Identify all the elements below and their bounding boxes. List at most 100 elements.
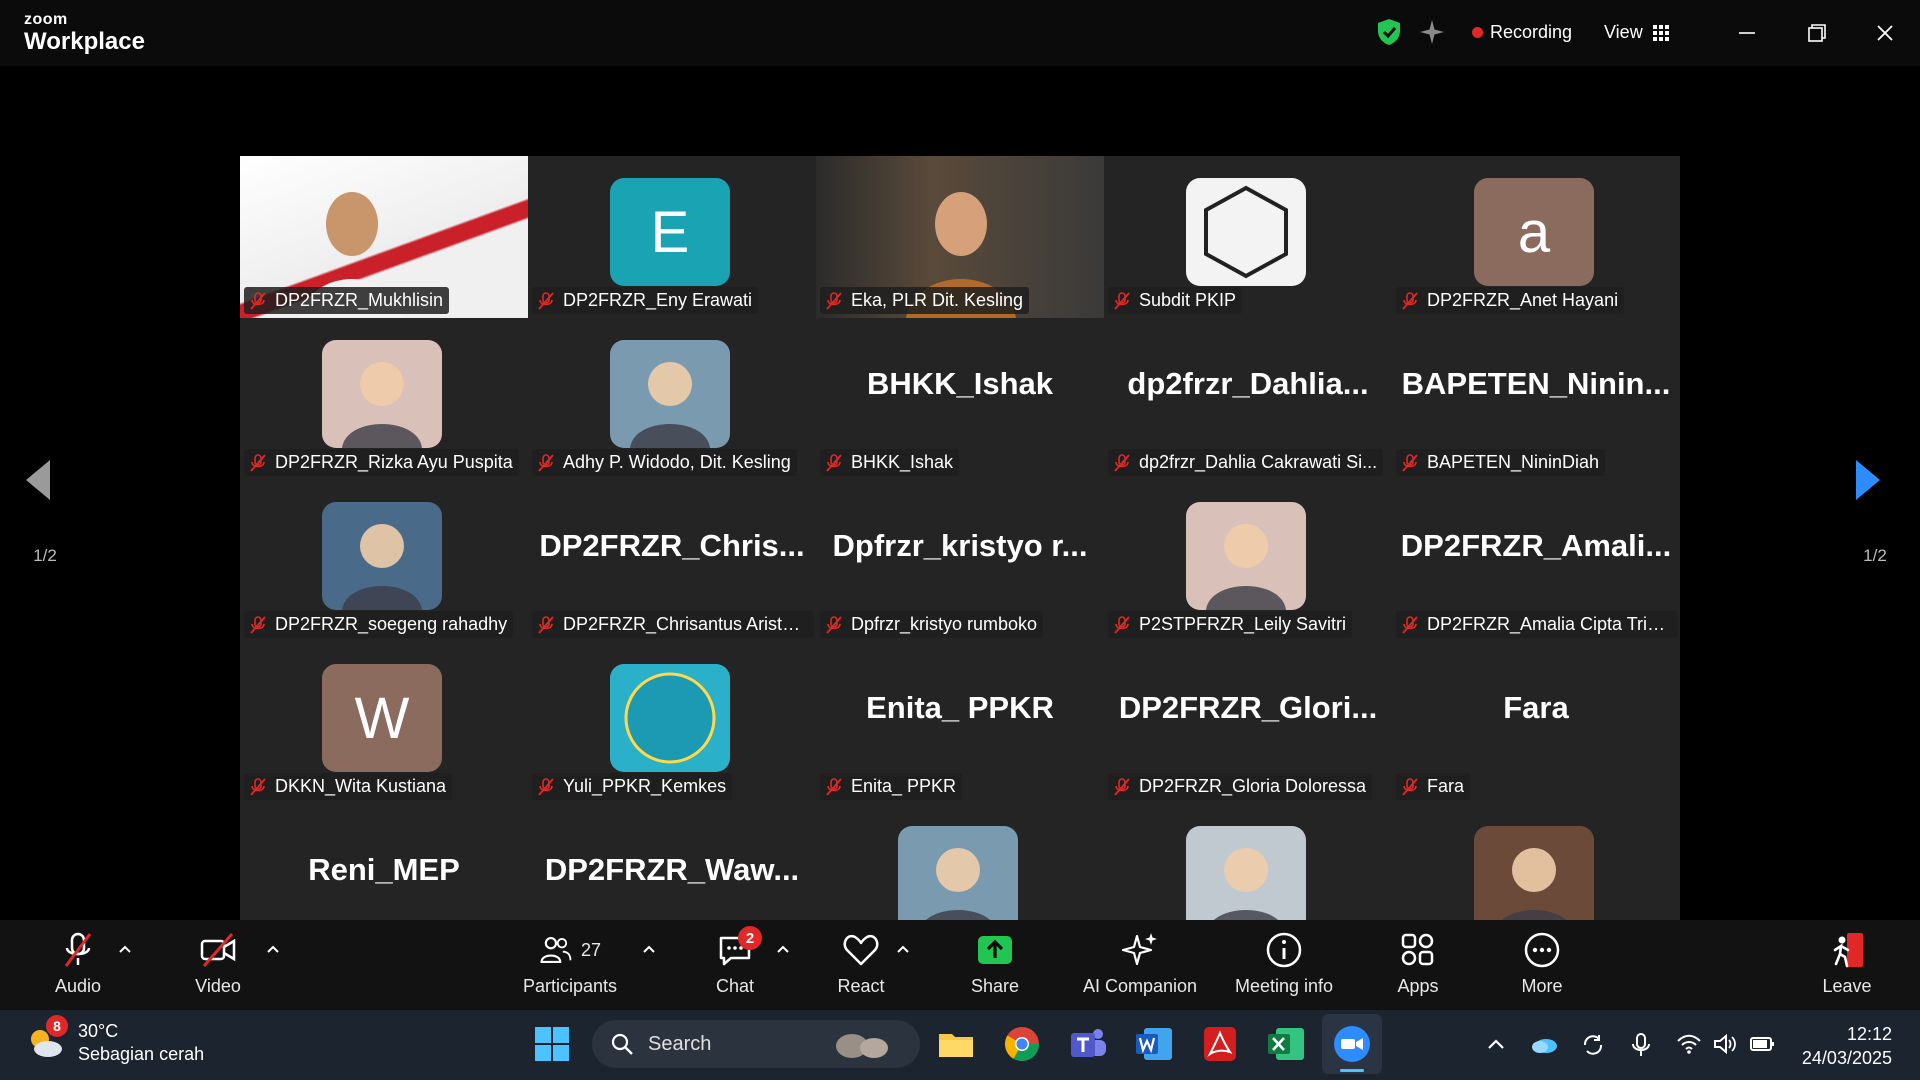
participant-tile[interactable]: W DKKN_Wita Kustiana — [240, 642, 528, 804]
participant-tile[interactable]: E DP2FRZR_Eny Erawati — [528, 156, 816, 318]
participant-tile[interactable]: DP2FRZR_Glori... DP2FRZR_Gloria Doloressa — [1104, 642, 1392, 804]
participant-grid: DP2FRZR_Mukhlisin E DP2FRZR_Eny Erawati Eka… — [240, 156, 1680, 968]
acrobat-icon[interactable] — [1200, 1024, 1240, 1064]
chevron-right-icon — [1856, 460, 1880, 500]
participant-name-label: Eka, PLR Dit. Kesling — [820, 287, 1030, 314]
battery-icon[interactable] — [1748, 1032, 1776, 1056]
mic-muted-icon — [826, 615, 842, 634]
profile-photo — [1186, 826, 1306, 934]
participant-name-label: DP2FRZR_soegeng rahadhy — [244, 611, 514, 638]
excel-icon[interactable] — [1266, 1024, 1306, 1064]
participant-tile[interactable]: Enita_ PPKR Enita_ PPKR — [816, 642, 1104, 804]
mic-muted-icon — [538, 291, 554, 310]
volume-icon[interactable] — [1712, 1032, 1738, 1056]
participant-name: BAPETEN_NininDiah — [1427, 452, 1600, 472]
wifi-icon[interactable] — [1676, 1032, 1702, 1056]
participant-name-label: DP2FRZR_Gloria Doloressa — [1108, 773, 1373, 800]
page-indicator-left: 1/2 — [33, 546, 57, 565]
system-clock[interactable]: 12:12 24/03/2025 — [1796, 1022, 1892, 1071]
caret-up-icon[interactable] — [266, 944, 280, 954]
mic-muted-icon — [1114, 777, 1130, 796]
caret-up-icon[interactable] — [118, 944, 132, 954]
participant-name-label: DKKN_Wita Kustiana — [244, 773, 453, 800]
close-icon[interactable] — [1868, 16, 1902, 50]
shield-icon[interactable] — [1376, 18, 1402, 46]
ai-sparkle-icon — [1121, 933, 1157, 966]
share-button[interactable]: Share — [970, 930, 1020, 1004]
restore-icon[interactable] — [1800, 16, 1834, 50]
word-icon[interactable] — [1134, 1024, 1174, 1064]
chat-button[interactable]: Chat 2 — [714, 926, 762, 1004]
video-button[interactable]: Video — [190, 930, 246, 1004]
chrome-icon[interactable] — [1002, 1024, 1042, 1064]
participants-button[interactable]: 27 Participants — [518, 930, 622, 1004]
participant-name: DP2FRZR_Mukhlisin — [275, 290, 444, 310]
heart-icon — [843, 934, 879, 966]
react-button[interactable]: React — [836, 930, 886, 1004]
participant-display-name: dp2frzr_Dahlia... — [1127, 366, 1369, 401]
sparkle-icon[interactable] — [1418, 18, 1446, 46]
profile-photo — [322, 502, 442, 610]
participant-tile[interactable]: BAPETEN_Ninin... BAPETEN_NininDiah — [1392, 318, 1680, 480]
participant-tile[interactable]: P2STPFRZR_Leily Savitri — [1104, 480, 1392, 642]
caret-up-icon[interactable] — [776, 944, 790, 954]
windows-start-icon[interactable] — [532, 1024, 572, 1064]
participant-tile[interactable]: BHKK_Ishak BHKK_Ishak — [816, 318, 1104, 480]
microphone-icon[interactable] — [1630, 1032, 1652, 1058]
participant-name: Dpfrzr_kristyo rumboko — [851, 614, 1038, 634]
participant-display-name: Dpfrzr_kristyo r... — [832, 528, 1088, 563]
participant-tile[interactable]: DP2FRZR_soegeng rahadhy — [240, 480, 528, 642]
zoom-taskbar-active[interactable] — [1322, 1014, 1382, 1074]
participant-tile[interactable]: DP2FRZR_Rizka Ayu Puspita — [240, 318, 528, 480]
participant-name-label: DP2FRZR_Eny Erawati — [532, 287, 759, 314]
participant-tile[interactable]: Eka, PLR Dit. Kesling — [816, 156, 1104, 318]
more-button[interactable]: More — [1518, 930, 1566, 1004]
participant-tile[interactable]: DP2FRZR_Chris... DP2FRZR_Chrisantus Arist… — [528, 480, 816, 642]
onedrive-icon[interactable] — [1530, 1032, 1558, 1056]
participant-display-name: DP2FRZR_Chris... — [539, 528, 805, 563]
clock-date: 24/03/2025 — [1801, 1048, 1892, 1069]
participant-tile[interactable]: DP2FRZR_Mukhlisin — [240, 156, 528, 318]
participant-name: DP2FRZR_Gloria Doloressa — [1139, 776, 1367, 796]
recording-indicator[interactable]: Recording — [1472, 22, 1572, 43]
participant-name: DP2FRZR_Amalia Cipta Triku... — [1427, 614, 1672, 634]
participant-name-label: P2STPFRZR_Leily Savitri — [1108, 611, 1353, 638]
participant-tile[interactable]: a DP2FRZR_Anet Hayani — [1392, 156, 1680, 318]
taskbar-search[interactable]: Search — [592, 1020, 920, 1068]
audio-button[interactable]: Audio — [50, 930, 106, 1004]
profile-photo — [1474, 826, 1594, 934]
participant-tile[interactable]: DP2FRZR_Amali... DP2FRZR_Amalia Cipta Tri… — [1392, 480, 1680, 642]
ai-companion-button[interactable]: AI Companion — [1080, 930, 1200, 1004]
participant-display-name: Reni_MEP — [308, 852, 460, 887]
chevron-up-icon[interactable] — [1484, 1032, 1508, 1056]
prev-page-button[interactable]: 1/2 — [0, 426, 90, 606]
sync-icon[interactable] — [1580, 1032, 1606, 1058]
caret-up-icon[interactable] — [642, 944, 656, 954]
participant-tile[interactable]: Yuli_PPKR_Kemkes — [528, 642, 816, 804]
brand-small: zoom — [24, 11, 68, 28]
meeting-info-button[interactable]: Meeting info — [1228, 930, 1340, 1004]
leave-button[interactable]: Leave — [1822, 930, 1872, 1004]
apps-button[interactable]: Apps — [1394, 930, 1442, 1004]
participant-tile[interactable]: dp2frzr_Dahlia... dp2frzr_Dahlia Cakrawat… — [1104, 318, 1392, 480]
participant-tile[interactable]: Fara Fara — [1392, 642, 1680, 804]
participant-name: Eka, PLR Dit. Kesling — [851, 290, 1024, 310]
participant-tile[interactable]: Subdit PKIP — [1104, 156, 1392, 318]
next-page-button[interactable]: 1/2 — [1830, 426, 1920, 606]
file-explorer-icon[interactable] — [936, 1024, 976, 1064]
weather-widget[interactable]: 8 30°C Sebagian cerah — [26, 1015, 204, 1067]
apps-icon — [1401, 933, 1434, 966]
view-button[interactable]: View — [1604, 22, 1669, 43]
mic-muted-icon — [1114, 291, 1130, 310]
zoom-app-icon — [1334, 1026, 1370, 1062]
info-icon — [1266, 932, 1302, 968]
participant-tile[interactable]: Dpfrzr_kristyo r... Dpfrzr_kristyo rumbok… — [816, 480, 1104, 642]
participant-name: Adhy P. Widodo, Dit. Kesling — [563, 452, 791, 472]
minimize-icon[interactable] — [1730, 16, 1764, 50]
caret-up-icon[interactable] — [896, 944, 910, 954]
participant-tile[interactable]: Adhy P. Widodo, Dit. Kesling — [528, 318, 816, 480]
profile-photo — [322, 340, 442, 448]
teams-icon[interactable] — [1068, 1024, 1108, 1064]
participant-name: DP2FRZR_Anet Hayani — [1427, 290, 1619, 310]
participant-name-label: DP2FRZR_Chrisantus Aristo ... — [532, 611, 814, 638]
